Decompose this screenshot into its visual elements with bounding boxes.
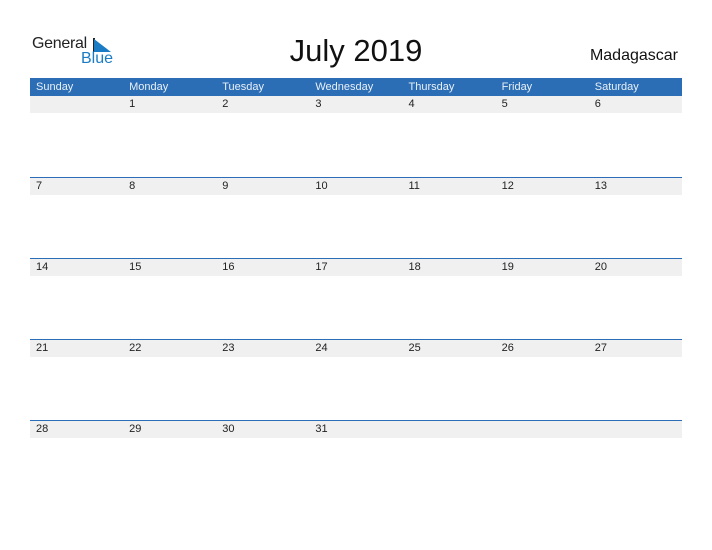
week-row: 14 15 16 17 18 19 20 bbox=[30, 258, 682, 276]
day-cell bbox=[403, 421, 496, 438]
day-cell bbox=[496, 421, 589, 438]
day-cell: 16 bbox=[222, 261, 235, 273]
day-cell: 5 bbox=[501, 98, 508, 110]
day-cell: 24 bbox=[315, 342, 328, 354]
day-cell bbox=[589, 421, 682, 438]
weekday-sunday: Sunday bbox=[36, 81, 74, 93]
day-cell: 4 bbox=[408, 98, 415, 110]
weekday-wednesday: Wednesday bbox=[315, 81, 374, 93]
day-cell: 26 bbox=[501, 342, 514, 354]
day-cell: 17 bbox=[315, 261, 328, 273]
day-cell bbox=[30, 96, 123, 113]
date-strip: 21 22 23 24 25 26 27 bbox=[30, 340, 682, 357]
weekday-saturday: Saturday bbox=[594, 81, 639, 93]
day-cell: 31 bbox=[315, 423, 328, 435]
date-strip: 14 15 16 17 18 19 20 bbox=[30, 259, 682, 276]
day-cell: 15 bbox=[129, 261, 142, 273]
day-cell: 14 bbox=[36, 261, 49, 273]
day-cell: 18 bbox=[408, 261, 421, 273]
day-cell: 3 bbox=[315, 98, 322, 110]
day-cell: 20 bbox=[594, 261, 607, 273]
weekday-thursday: Thursday bbox=[408, 81, 455, 93]
week-row: 28 29 30 31 bbox=[30, 420, 682, 438]
day-cell: 27 bbox=[594, 342, 607, 354]
week-row: 21 22 23 24 25 26 27 bbox=[30, 339, 682, 357]
day-cell: 22 bbox=[129, 342, 142, 354]
day-cell: 11 bbox=[408, 180, 420, 192]
date-strip: 28 29 30 31 bbox=[30, 421, 682, 438]
weekday-header: Sunday Monday Tuesday Wednesday Thursday… bbox=[30, 78, 682, 96]
day-cell: 23 bbox=[222, 342, 235, 354]
weekday-monday: Monday bbox=[129, 81, 169, 93]
day-cell: 30 bbox=[222, 423, 235, 435]
day-cell: 2 bbox=[222, 98, 229, 110]
day-cell: 9 bbox=[222, 180, 229, 192]
weekday-friday: Friday bbox=[501, 81, 533, 93]
day-cell: 19 bbox=[501, 261, 514, 273]
day-cell: 25 bbox=[408, 342, 421, 354]
date-strip: 7 8 9 10 11 12 13 bbox=[30, 178, 682, 195]
day-cell: 8 bbox=[129, 180, 136, 192]
day-cell: 7 bbox=[36, 180, 43, 192]
country-label: Madagascar bbox=[589, 47, 678, 64]
day-cell: 10 bbox=[315, 180, 328, 192]
day-cell: 6 bbox=[594, 98, 601, 110]
day-cell: 13 bbox=[594, 180, 607, 192]
day-cell: 1 bbox=[129, 98, 136, 110]
date-strip: 1 2 3 4 5 6 bbox=[30, 96, 682, 113]
day-cell: 21 bbox=[36, 342, 49, 354]
day-cell: 12 bbox=[501, 180, 514, 192]
week-row: 1 2 3 4 5 6 bbox=[30, 96, 682, 113]
day-cell: 28 bbox=[36, 423, 49, 435]
weekday-tuesday: Tuesday bbox=[222, 81, 265, 93]
day-cell: 29 bbox=[129, 423, 142, 435]
week-row: 7 8 9 10 11 12 13 bbox=[30, 177, 682, 195]
